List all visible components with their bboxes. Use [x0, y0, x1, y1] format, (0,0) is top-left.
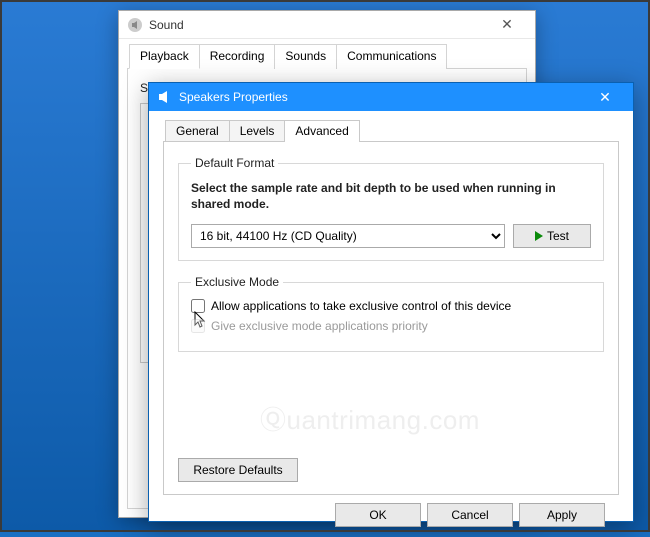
- ok-button[interactable]: OK: [335, 503, 421, 527]
- test-label: Test: [547, 229, 569, 243]
- prop-title: Speakers Properties: [179, 90, 585, 104]
- allow-exclusive-row[interactable]: Allow applications to take exclusive con…: [191, 299, 591, 313]
- close-icon[interactable]: ✕: [585, 89, 625, 106]
- tab-advanced[interactable]: Advanced: [284, 120, 359, 142]
- priority-row: Give exclusive mode applications priorit…: [191, 319, 591, 333]
- default-format-legend: Default Format: [191, 156, 278, 170]
- tab-communications[interactable]: Communications: [336, 44, 447, 69]
- speaker-icon: [157, 89, 173, 105]
- cancel-button[interactable]: Cancel: [427, 503, 513, 527]
- tab-general[interactable]: General: [165, 120, 230, 142]
- default-format-desc: Select the sample rate and bit depth to …: [191, 180, 591, 212]
- dialog-buttons: OK Cancel Apply: [163, 495, 619, 527]
- sound-title: Sound: [149, 18, 487, 32]
- restore-defaults-button[interactable]: Restore Defaults: [178, 458, 298, 482]
- close-icon[interactable]: ✕: [487, 16, 527, 33]
- allow-exclusive-checkbox[interactable]: [191, 299, 205, 313]
- apply-button[interactable]: Apply: [519, 503, 605, 527]
- tab-levels[interactable]: Levels: [229, 120, 286, 142]
- test-button[interactable]: Test: [513, 224, 591, 248]
- format-select[interactable]: 16 bit, 44100 Hz (CD Quality): [191, 224, 505, 248]
- priority-label: Give exclusive mode applications priorit…: [211, 319, 428, 333]
- speakers-properties-window: Speakers Properties ✕ General Levels Adv…: [148, 82, 634, 522]
- tab-sounds[interactable]: Sounds: [274, 44, 337, 69]
- tab-playback[interactable]: Playback: [129, 44, 200, 69]
- allow-exclusive-label: Allow applications to take exclusive con…: [211, 299, 511, 313]
- prop-tab-content: Default Format Select the sample rate an…: [163, 141, 619, 495]
- sound-titlebar[interactable]: Sound ✕: [119, 11, 535, 39]
- sound-icon: [127, 17, 143, 33]
- exclusive-mode-group: Exclusive Mode Allow applications to tak…: [178, 275, 604, 352]
- prop-tabs: General Levels Advanced: [163, 119, 619, 141]
- priority-checkbox: [191, 319, 205, 333]
- exclusive-mode-legend: Exclusive Mode: [191, 275, 283, 289]
- sound-tabs: Playback Recording Sounds Communications: [127, 43, 527, 69]
- prop-titlebar[interactable]: Speakers Properties ✕: [149, 83, 633, 111]
- play-icon: [535, 231, 543, 241]
- tab-recording[interactable]: Recording: [199, 44, 276, 69]
- default-format-group: Default Format Select the sample rate an…: [178, 156, 604, 261]
